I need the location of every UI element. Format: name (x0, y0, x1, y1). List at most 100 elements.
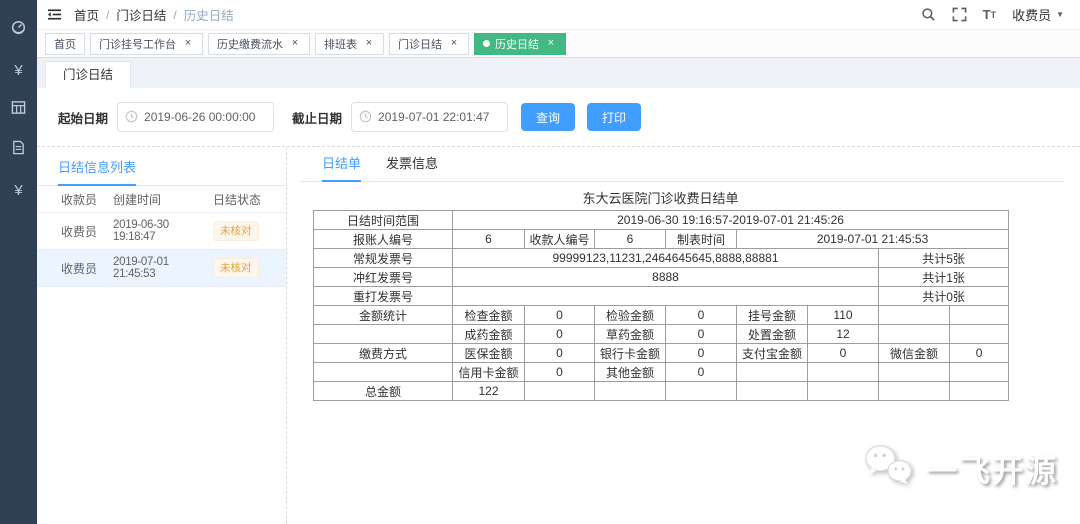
report-table-row: 报账人编号 6 收款人编号 6 制表时间 2019-07-01 21:45:53 (313, 229, 1010, 249)
tag-label: 历史缴费流水 (217, 38, 283, 51)
hamburger-menu-icon[interactable] (47, 7, 62, 22)
query-button[interactable]: 查询 (521, 103, 576, 131)
close-icon[interactable]: × (289, 38, 301, 50)
report-cell-value (665, 381, 737, 401)
tag-label: 首页 (54, 38, 76, 51)
report-cell-label: 检验金额 (594, 305, 666, 325)
report-table-row: 成药金额 0 草药金额 0 处置金额 12 (313, 324, 1010, 344)
report-cell-value: 共计1张 (877, 267, 1010, 287)
tag-item[interactable]: 首页 (45, 32, 85, 55)
tag-active[interactable]: 历史日结 × (474, 32, 566, 55)
report-cell-value: 0 (948, 343, 1010, 363)
report-cell-label: 制表时间 (665, 229, 737, 249)
page-tab-strip: 门诊日结 (37, 58, 1080, 88)
close-icon[interactable]: × (545, 38, 557, 50)
breadcrumb-separator: / (106, 7, 110, 22)
report-cell-value: 6 (452, 229, 525, 249)
report-cell-value: 0 (524, 324, 595, 344)
report-cell-label: 信用卡金额 (452, 362, 525, 382)
detail-tabs: 日结单 发票信息 (300, 147, 1064, 182)
report-cell-value: 0 (524, 305, 595, 325)
tab-invoice-info[interactable]: 发票信息 (386, 153, 438, 182)
report-cell-value: 共计5张 (877, 248, 1010, 268)
start-date-label: 起始日期 (58, 111, 109, 126)
breadcrumb: 首页 / 门诊日结 / 历史日结 (74, 5, 234, 24)
report-cell-label: 日结时间范围 (313, 210, 453, 230)
report-cell-value (948, 381, 1010, 401)
sidebar-item-charge[interactable]: ¥ (0, 50, 37, 90)
cell-cashier: 收费员 (61, 261, 98, 276)
settlement-list-tab[interactable]: 日结信息列表 (58, 157, 137, 186)
settlement-list-row[interactable]: 收费员 2019-06-30 19:18:47 未核对 (37, 213, 286, 250)
sidebar-item-dashboard[interactable] (0, 10, 37, 50)
tag-label: 门诊日结 (398, 38, 442, 51)
report-cell-value: 99999123,11231,2464645645,8888,88881 (452, 248, 879, 268)
report-cell-label: 其他金额 (594, 362, 666, 382)
report-cell-value (736, 362, 808, 382)
end-date-label: 截止日期 (292, 111, 343, 126)
tag-item[interactable]: 排班表 × (315, 32, 384, 55)
report-cell-value: 0 (665, 324, 737, 344)
report-cell-value: 110 (807, 305, 879, 325)
tag-item[interactable]: 历史缴费流水 × (208, 32, 310, 55)
start-date-input[interactable] (117, 102, 275, 132)
report-cell-value: 12 (807, 324, 879, 344)
list-header-row: 收款员 创建时间 日结状态 (37, 186, 286, 213)
column-header-created: 创建时间 (113, 192, 162, 207)
tags-view-bar: 首页 门诊挂号工作台 × 历史缴费流水 × 排班表 × 门诊日结 × 历史日结 × (37, 30, 1080, 58)
breadcrumb-item[interactable]: 首页 (74, 5, 99, 24)
sidebar-item-records[interactable] (0, 130, 37, 170)
column-header-status: 日结状态 (213, 192, 262, 207)
report-title: 东大云医院门诊收费日结单 (582, 191, 739, 206)
page-tab-outpatient-settlement[interactable]: 门诊日结 (45, 61, 132, 88)
report-cell-value: 2019-06-30 19:16:57-2019-07-01 21:45:26 (451, 210, 1010, 230)
report-cell-value: 0 (665, 343, 737, 363)
fullscreen-icon[interactable] (952, 7, 967, 22)
breadcrumb-separator: / (173, 7, 177, 22)
sidebar-item-settlement[interactable]: ¥ (0, 170, 37, 210)
report-cell-value (313, 362, 453, 382)
breadcrumb-item[interactable]: 门诊日结 (116, 5, 166, 24)
cell-created-time: 2019-06-30 19:18:47 (113, 219, 169, 243)
report-cell-label: 重打发票号 (313, 286, 453, 306)
report-cell-value (807, 362, 879, 382)
report-cell-value (452, 286, 879, 306)
report-cell-label: 检查金额 (452, 305, 525, 325)
report-cell-value: 6 (594, 229, 666, 249)
tag-item[interactable]: 门诊日结 × (389, 32, 469, 55)
report-cell-value: 共计0张 (877, 286, 1010, 306)
report-cell-label: 医保金额 (452, 343, 525, 363)
dashboard-icon (11, 20, 26, 40)
tag-item[interactable]: 门诊挂号工作台 × (90, 32, 203, 55)
settlement-list-rows: 收费员 2019-06-30 19:18:47 未核对 收费员 2019-07-01 2… (37, 213, 286, 287)
tab-daily-report[interactable]: 日结单 (322, 153, 362, 182)
tag-label: 门诊挂号工作台 (99, 38, 176, 51)
report-cell-label: 收款人编号 (524, 229, 595, 249)
report-cell-value (807, 381, 879, 401)
report-cell-value (524, 381, 595, 401)
report-table-row: 总金额 122 (313, 381, 1010, 401)
report-cell-value: 0 (807, 343, 879, 363)
clock-icon (125, 110, 138, 128)
end-date-picker (351, 102, 509, 132)
font-size-icon[interactable]: TT (983, 7, 996, 22)
settlement-list-row[interactable]: 收费员 2019-07-01 21:45:53 未核对 (37, 250, 286, 287)
print-button[interactable]: 打印 (587, 103, 642, 131)
report-table-row: 信用卡金额 0 其他金额 0 (313, 362, 1010, 382)
end-date-input[interactable] (351, 102, 509, 132)
report-table-row: 冲红发票号 8888 共计1张 (313, 267, 1010, 287)
user-dropdown[interactable]: 收费员 ▼ (1012, 5, 1064, 24)
report-cell-value: 0 (524, 362, 595, 382)
status-badge: 未核对 (213, 257, 259, 279)
report-cell-label: 处置金额 (736, 324, 808, 344)
chevron-down-icon: ▼ (1056, 10, 1064, 19)
column-header-cashier: 收款员 (61, 192, 98, 207)
close-icon[interactable]: × (448, 38, 460, 50)
search-icon[interactable] (921, 7, 936, 22)
sidebar-item-schedule[interactable] (0, 90, 37, 130)
report-cell-label: 金额统计 (313, 305, 453, 325)
close-icon[interactable]: × (182, 38, 194, 50)
report-cell-value (736, 381, 808, 401)
close-icon[interactable]: × (363, 38, 375, 50)
currency-yen-icon: ¥ (14, 61, 23, 79)
